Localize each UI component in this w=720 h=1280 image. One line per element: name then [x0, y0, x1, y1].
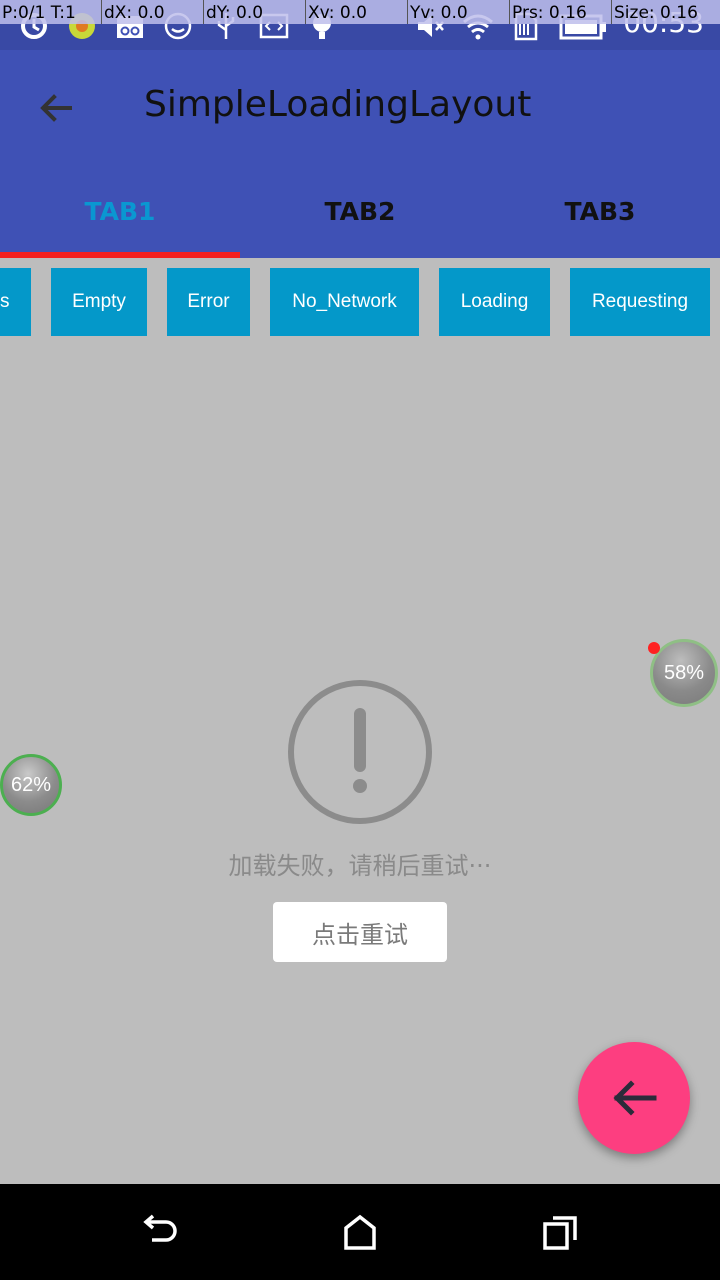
tab-bar: TAB1 TAB2 TAB3 — [0, 164, 720, 258]
nav-recents-icon[interactable] — [541, 1212, 581, 1252]
tab-3[interactable]: TAB3 — [480, 164, 720, 258]
debug-dy: dY: 0.0 — [203, 0, 305, 24]
floating-percent-bubble-left[interactable]: 62% — [0, 754, 62, 816]
system-nav-bar — [0, 1184, 720, 1280]
back-fab-button[interactable] — [578, 1042, 690, 1154]
app-toolbar: SimpleLoadingLayout — [0, 50, 720, 164]
error-button[interactable]: Error — [167, 268, 250, 336]
error-alert-icon — [288, 680, 432, 824]
nav-back-icon[interactable] — [140, 1212, 180, 1252]
state-button-row: s Empty Error No_Network Loading Request… — [0, 268, 720, 336]
notification-dot — [648, 642, 660, 654]
debug-size: Size: 0.16 — [611, 0, 720, 24]
tab-2[interactable]: TAB2 — [240, 164, 480, 258]
debug-yv: Yv: 0.0 — [407, 0, 509, 24]
debug-pointer: P:0/1 T:1 — [2, 3, 76, 23]
success-button[interactable]: s — [0, 268, 31, 336]
empty-button[interactable]: Empty — [51, 268, 147, 336]
requesting-button[interactable]: Requesting — [570, 268, 710, 336]
floating-percent-bubble-right[interactable]: 58% — [650, 639, 718, 707]
arrow-left-icon — [613, 1080, 657, 1116]
error-message: 加载失败，请稍后重试··· — [228, 852, 492, 880]
debug-xv: Xv: 0.0 — [305, 0, 407, 24]
nav-home-icon[interactable] — [340, 1212, 380, 1252]
tab-1[interactable]: TAB1 — [0, 164, 240, 258]
debug-dx: dX: 0.0 — [101, 0, 203, 24]
no-network-button[interactable]: No_Network — [270, 268, 419, 336]
tab-indicator — [0, 252, 240, 258]
back-arrow-icon[interactable] — [36, 88, 76, 128]
retry-button[interactable]: 点击重试 — [273, 902, 447, 962]
loading-button[interactable]: Loading — [439, 268, 550, 336]
pointer-debug-bar: P:0/1 T:1 dX: 0.0 dY: 0.0 Xv: 0.0 Yv: 0.… — [0, 0, 720, 24]
debug-prs: Prs: 0.16 — [509, 0, 611, 24]
page-title: SimpleLoadingLayout — [144, 84, 532, 125]
